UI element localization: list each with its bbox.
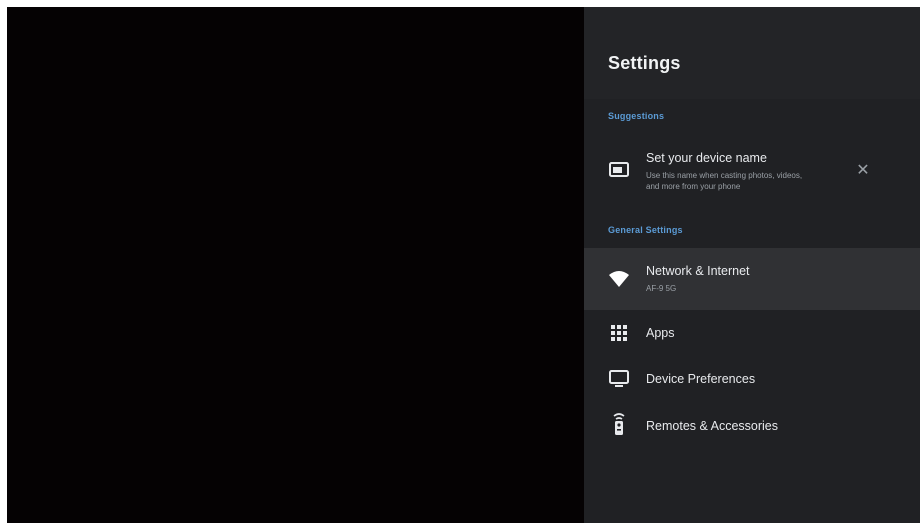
menu-item-network-internet[interactable]: Network & Internet AF-9 5G — [584, 248, 920, 310]
menu-item-label: Device Preferences — [646, 372, 756, 386]
menu-item-device-preferences[interactable]: Device Preferences — [584, 356, 920, 402]
tv-screen: Settings Suggestions Set your device nam… — [7, 7, 920, 523]
apps-grid-icon — [608, 322, 630, 344]
wifi-icon — [608, 268, 630, 290]
cast-icon — [608, 159, 630, 181]
menu-item-remotes-accessories[interactable]: Remotes & Accessories — [584, 402, 920, 448]
suggestion-subtitle-line1: Use this name when casting photos, video… — [646, 171, 803, 180]
suggestions-section-label: Suggestions — [608, 111, 665, 121]
suggestion-set-device-name[interactable]: Set your device name Use this name when … — [584, 139, 920, 201]
general-settings-section-label: General Settings — [608, 225, 683, 235]
suggestion-title: Set your device name — [646, 151, 767, 165]
close-icon[interactable]: ✕ — [854, 162, 872, 180]
menu-item-sublabel: AF-9 5G — [646, 284, 677, 293]
menu-item-apps[interactable]: Apps — [584, 310, 920, 356]
settings-panel: Settings Suggestions Set your device nam… — [584, 7, 920, 523]
page-title: Settings — [608, 53, 681, 73]
remote-icon — [608, 413, 630, 435]
menu-item-label: Network & Internet — [646, 264, 750, 278]
content-area — [7, 7, 584, 523]
suggestion-subtitle-line2: and more from your phone — [646, 182, 741, 191]
menu-item-label: Apps — [646, 326, 675, 340]
tv-icon — [608, 368, 630, 390]
settings-header: Settings — [584, 7, 920, 99]
menu-item-label: Remotes & Accessories — [646, 419, 778, 433]
